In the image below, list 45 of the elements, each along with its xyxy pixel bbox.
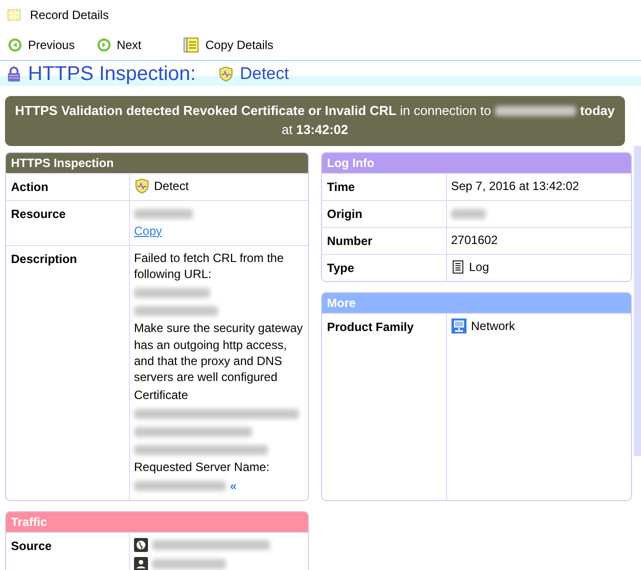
field-label: Source bbox=[11, 538, 52, 553]
monitor-icon bbox=[451, 318, 467, 334]
field-value: Detect bbox=[154, 178, 189, 194]
alert-message: today bbox=[580, 102, 615, 120]
redacted-text bbox=[134, 208, 193, 219]
field-value: Failed to fetch CRL from the following URL: bbox=[134, 250, 285, 282]
toolbar-button[interactable]: Copy Details bbox=[179, 36, 278, 54]
field-value: Make sure the security gateway has an outgoing http access, and that the proxy and DNS servers are well configured bbox=[134, 320, 304, 386]
right-arrow-icon bbox=[96, 38, 111, 52]
shield-icon bbox=[218, 66, 234, 82]
panel-header: More bbox=[322, 293, 631, 314]
shield-icon bbox=[134, 178, 150, 194]
field-label: Number bbox=[327, 234, 372, 248]
field-label: Description bbox=[11, 252, 78, 266]
page-heading: HTTPS Inspection: bbox=[28, 64, 196, 84]
field-value: Sep 7, 2016 at 13:42:02 bbox=[451, 178, 580, 194]
field-label: Resource bbox=[11, 206, 66, 221]
alert-message: at 13:42:02 bbox=[282, 120, 348, 139]
copy-link[interactable]: Copy bbox=[134, 224, 162, 238]
field-label: Time bbox=[327, 180, 355, 194]
notepad-icon bbox=[183, 37, 200, 53]
alert-message: HTTPS Validation detected Revoked Certificate or Invalid CRL in connection to bbox=[14, 102, 492, 120]
field-label: Action bbox=[11, 180, 48, 194]
toolbar-button[interactable]: Next bbox=[92, 36, 146, 54]
panel-header: Traffic bbox=[6, 512, 308, 532]
grid-icon bbox=[6, 8, 22, 22]
globe-icon bbox=[134, 538, 148, 552]
padlock-icon bbox=[6, 66, 22, 82]
expand-link[interactable]: « bbox=[230, 478, 237, 494]
field-value: Certificate bbox=[134, 387, 190, 404]
field-label: Product Family bbox=[327, 320, 414, 334]
left-arrow-icon bbox=[8, 38, 22, 52]
panel-header: Log Info bbox=[322, 152, 631, 173]
redacted-text bbox=[451, 208, 486, 219]
field-label: Origin bbox=[327, 206, 362, 221]
field-value: Log bbox=[469, 259, 490, 276]
field-value: 2701602 bbox=[451, 232, 499, 248]
panel-header: HTTPS Inspection bbox=[6, 152, 308, 173]
field-label: Type bbox=[327, 261, 354, 276]
field-value: Network bbox=[471, 318, 516, 334]
document-icon bbox=[451, 259, 465, 276]
field-value: Requested Server Name: bbox=[134, 459, 270, 476]
toolbar-button[interactable]: Previous bbox=[4, 36, 79, 54]
window-title: Record Details bbox=[30, 7, 109, 24]
action-label: Detect bbox=[240, 65, 289, 82]
